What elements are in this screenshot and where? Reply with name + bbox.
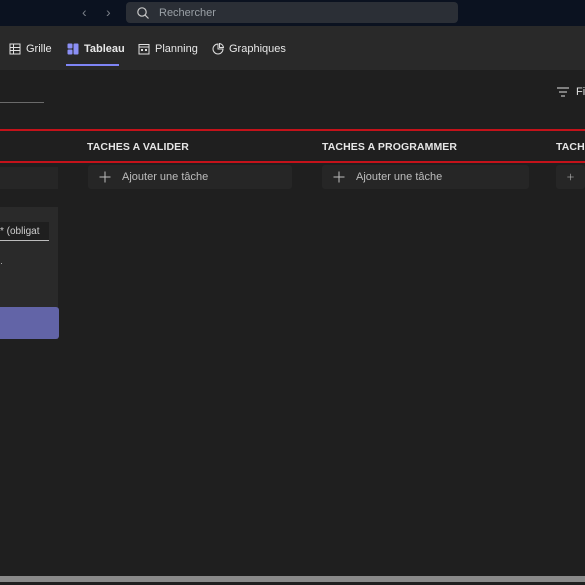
task-card[interactable] [0,167,58,189]
due-date-field[interactable]: · [0,258,3,268]
search-placeholder: Rechercher [159,6,216,19]
add-task-button[interactable] [556,165,585,189]
bucket-header[interactable]: TACHES A PROGRAMMER [322,141,457,153]
plan-name-underline [0,102,44,103]
filter-button[interactable]: Fi [557,86,585,98]
plus-icon [333,171,345,183]
tab-label: Planning [155,43,198,55]
tab-label: Grille [26,43,52,55]
calendar-icon [138,44,150,55]
tab-bar: Grille Tableau Planning Graphiques [0,26,585,70]
grid-icon [9,43,21,55]
horizontal-scrollbar[interactable] [0,576,585,582]
add-task-submit-button[interactable] [0,307,59,339]
add-task-label: Ajouter une tâche [122,171,209,183]
chevron-right-icon[interactable]: › [106,4,111,20]
task-name-input[interactable] [0,222,49,241]
add-task-button[interactable]: Ajouter une tâche [322,165,529,189]
plus-icon [99,171,111,183]
search-icon [137,6,149,19]
chart-icon [212,43,224,55]
highlight-line-top [0,129,585,131]
filter-icon [557,87,569,97]
bucket-header[interactable]: TACHES A VALIDER [87,141,189,153]
bucket-header[interactable]: TACHE [556,141,585,153]
active-tab-indicator [66,64,119,66]
tab-planning[interactable]: Planning [138,40,198,58]
add-task-button[interactable]: Ajouter une tâche [88,165,292,189]
tab-grille[interactable]: Grille [9,40,52,58]
tab-label: Graphiques [229,43,286,55]
tab-tableau[interactable]: Tableau [67,40,125,58]
highlight-line-bottom [0,161,585,163]
title-bar: ‹ › Rechercher [0,0,585,26]
tab-label: Tableau [84,43,125,55]
tab-graphiques[interactable]: Graphiques [212,40,286,58]
filter-label: Fi [576,86,585,98]
chevron-left-icon[interactable]: ‹ [82,4,87,20]
search-box[interactable]: Rechercher [126,2,458,23]
board-icon [67,43,79,55]
add-task-label: Ajouter une tâche [356,171,443,183]
plus-icon [567,173,574,181]
